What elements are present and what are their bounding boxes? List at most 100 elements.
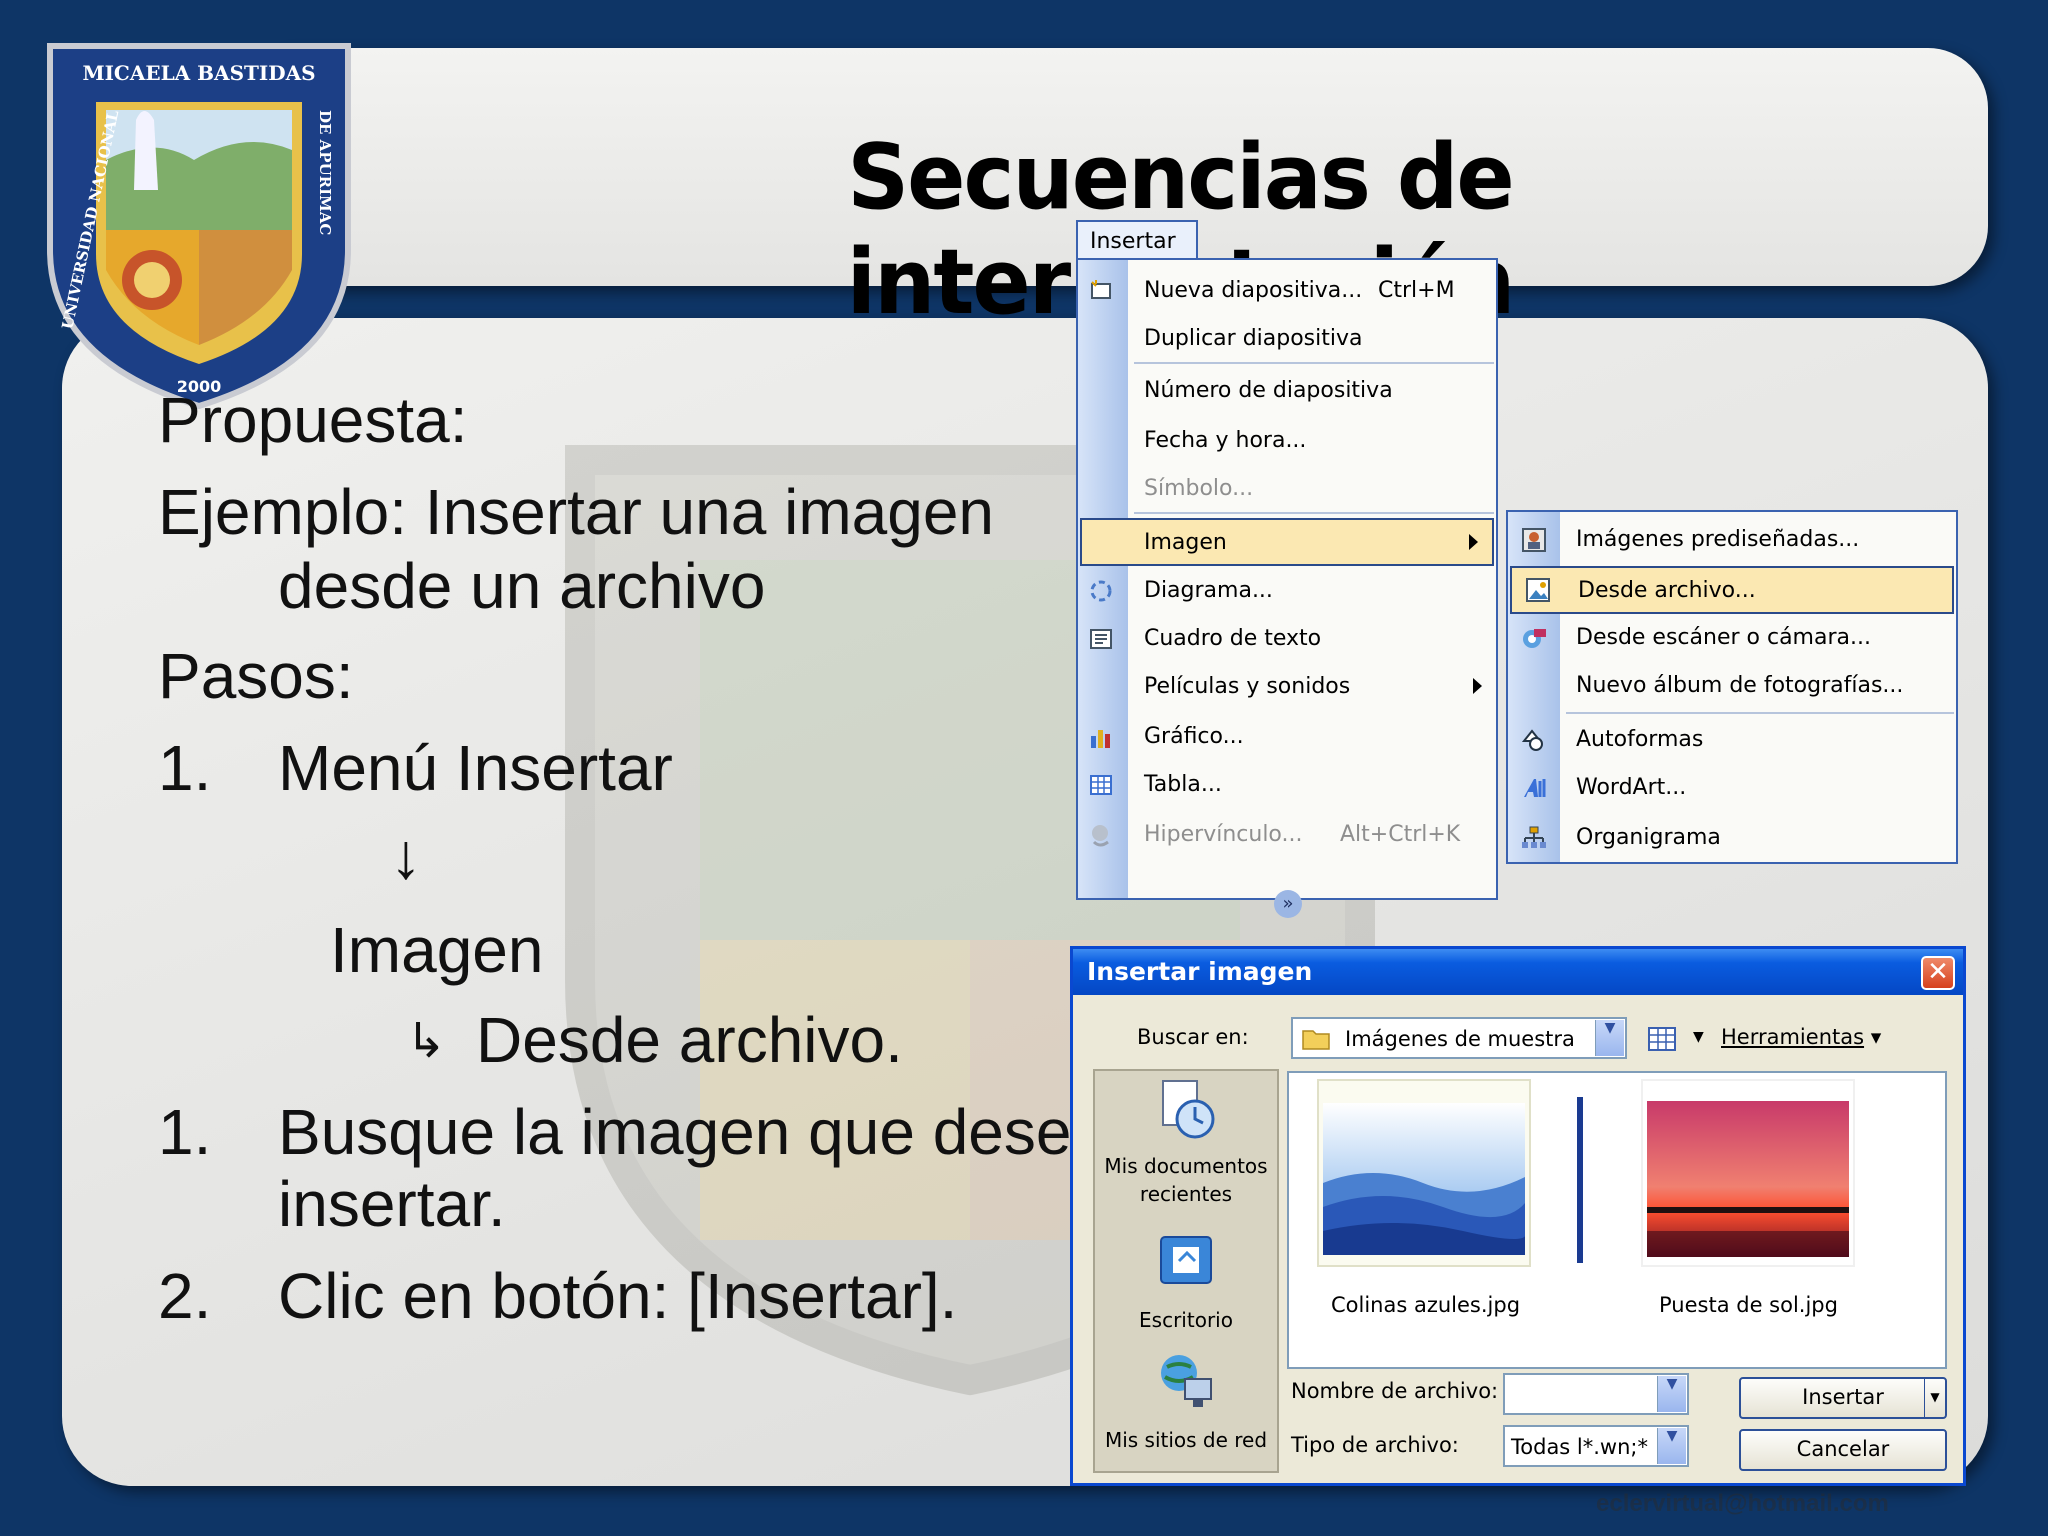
menu-item-label: Diagrama...	[1144, 578, 1273, 603]
menu-item-label: Hipervínculo...	[1144, 822, 1303, 847]
autoshapes-icon	[1521, 729, 1543, 751]
network-places-icon	[1161, 1355, 1212, 1407]
step-imagen: Imagen	[330, 914, 544, 986]
partial-thumb	[1577, 1097, 1583, 1263]
dropdown-arrow-icon[interactable]: ▼	[1657, 1428, 1686, 1464]
folder-icon	[1302, 1030, 1330, 1050]
arrow-down-glyph: ↓	[390, 820, 422, 892]
views-dropdown-arrow-icon[interactable]: ▼	[1693, 1029, 1704, 1045]
insert-menu-dropdown: Nueva diapositiva... Ctrl+M Duplicar dia…	[1076, 258, 1498, 918]
menu-item-label: Tabla...	[1144, 772, 1222, 797]
submenu-item-album-fotografias[interactable]: Nuevo álbum de fotografías...	[1508, 664, 1956, 708]
place-recent-documents[interactable]: Mis documentos recientes	[1095, 1077, 1277, 1208]
submenu-item-wordart[interactable]: WordArt...	[1508, 766, 1956, 810]
menu-tab-insertar[interactable]: Insertar	[1076, 220, 1198, 260]
filetype-value: Todas l*.wn;*	[1511, 1435, 1648, 1459]
filename-label: Nombre de archivo:	[1291, 1379, 1499, 1403]
submenu-arrow-icon	[1473, 678, 1482, 694]
menu-item-diagrama[interactable]: Diagrama...	[1078, 570, 1496, 612]
menu-item-tabla[interactable]: Tabla...	[1078, 764, 1496, 806]
file-thumb-colinas[interactable]	[1317, 1079, 1531, 1267]
footer-email: eclervirtual@hotmail.com	[1596, 1490, 1889, 1517]
dropdown-arrow-icon[interactable]: ▼	[1595, 1020, 1624, 1056]
file-list: Colinas azules.jpg Puesta de sol.jpg	[1287, 1071, 1947, 1369]
org-chart-icon	[1522, 826, 1546, 848]
chevron-double-down-icon[interactable]: »	[1274, 890, 1302, 918]
step-desde-archivo: Desde archivo.	[476, 1004, 903, 1076]
menu-item-grafico[interactable]: Gráfico...	[1078, 716, 1496, 758]
new-slide-icon	[1091, 280, 1111, 299]
filetype-label: Tipo de archivo:	[1291, 1433, 1459, 1457]
menu-item-fecha-hora[interactable]: Fecha y hora...	[1078, 420, 1496, 462]
look-in-dropdown[interactable]: Imágenes de muestra ▼	[1291, 1017, 1627, 1059]
places-bar: Mis documentos recientes Escritorio Mis …	[1093, 1069, 1279, 1473]
submenu-item-escaner-camara[interactable]: Desde escáner o cámara...	[1508, 616, 1956, 660]
submenu-item-autoformas[interactable]: Autoformas	[1508, 718, 1956, 762]
tools-menu[interactable]: Herramientas ▾	[1721, 1025, 1881, 1049]
bullet-ejemplo-line1: Ejemplo: Insertar una imagen	[158, 476, 994, 548]
file-thumb-puesta-sol[interactable]	[1641, 1079, 1855, 1267]
submenu-item-label: Nuevo álbum de fotografías...	[1576, 673, 1904, 698]
file-name-puesta-sol[interactable]: Puesta de sol.jpg	[1659, 1293, 1838, 1317]
menu-item-cuadro-texto[interactable]: Cuadro de texto	[1078, 618, 1496, 660]
submenu-item-imagenes-prediseñadas[interactable]: Imágenes prediseñadas...	[1508, 518, 1956, 562]
menu-item-peliculas-sonidos[interactable]: Películas y sonidos	[1078, 666, 1496, 708]
step-2-text-line1: Busque la imagen que desee	[278, 1096, 1108, 1168]
table-icon	[1090, 775, 1112, 795]
place-label: Mis sitios de red	[1104, 1428, 1268, 1452]
diagram-icon	[1090, 580, 1112, 602]
submenu-item-label: Organigrama	[1576, 825, 1721, 850]
bullet-pasos: Pasos:	[158, 640, 354, 712]
menu-item-numero-diapositiva[interactable]: Número de diapositiva	[1078, 370, 1496, 412]
menu-item-label: Cuadro de texto	[1144, 626, 1322, 651]
insert-image-dialog: Insertar imagen ✕ Buscar en: Imágenes de…	[1070, 946, 1966, 1486]
clip-art-icon	[1522, 528, 1546, 552]
step-2-text-line2: insertar.	[278, 1168, 506, 1240]
dropdown-arrow-icon[interactable]: ▼	[1657, 1376, 1686, 1412]
menu-item-nueva-diapositiva[interactable]: Nueva diapositiva... Ctrl+M	[1078, 270, 1496, 312]
submenu-item-desde-archivo[interactable]: Desde archivo...	[1510, 566, 1954, 614]
submenu-item-label: Desde archivo...	[1578, 578, 1756, 603]
recent-documents-icon	[1162, 1080, 1215, 1139]
file-name-colinas[interactable]: Colinas azules.jpg	[1331, 1293, 1520, 1317]
menu-item-label: Gráfico...	[1144, 724, 1244, 749]
step-1-text: Menú Insertar	[278, 732, 673, 804]
filename-input[interactable]: ▼	[1503, 1373, 1689, 1415]
insert-options-arrow-icon[interactable]: ▼	[1924, 1379, 1945, 1417]
dialog-title-bar: Insertar imagen	[1073, 949, 1963, 995]
menu-item-duplicar-diapositiva[interactable]: Duplicar diapositiva	[1078, 318, 1496, 360]
menu-item-simbolo[interactable]: Símbolo...	[1078, 468, 1496, 510]
close-icon[interactable]: ✕	[1921, 956, 1955, 990]
filetype-select[interactable]: Todas l*.wn;* ▼	[1503, 1425, 1689, 1467]
bullet-propuesta: Propuesta:	[158, 384, 468, 456]
step-2-number: 1.	[158, 1096, 212, 1168]
sunset-image	[1647, 1101, 1849, 1257]
menu-separator	[1134, 362, 1494, 364]
views-icon[interactable]	[1647, 1025, 1679, 1053]
text-box-icon	[1090, 629, 1112, 649]
menu-item-imagen[interactable]: Imagen	[1080, 518, 1494, 566]
logo-right-text: DE APURIMAC	[316, 110, 334, 235]
place-label: Escritorio	[1139, 1308, 1233, 1332]
place-desktop[interactable]: Escritorio	[1095, 1231, 1277, 1334]
desktop-icon	[1160, 1236, 1212, 1284]
imagen-submenu: Imágenes prediseñadas... Desde archivo..…	[1506, 510, 1958, 864]
step-3-text: Clic en botón: [Insertar].	[278, 1260, 958, 1332]
place-network[interactable]: Mis sitios de red	[1095, 1351, 1277, 1454]
step-3-number: 2.	[158, 1260, 212, 1332]
tools-menu-label: Herramientas	[1721, 1025, 1865, 1049]
menu-separator	[1134, 512, 1494, 514]
university-logo: MICAELA BASTIDAS 2000 UNIVERSIDAD NACION…	[47, 43, 351, 410]
submenu-item-label: Imágenes prediseñadas...	[1576, 527, 1860, 552]
submenu-item-organigrama[interactable]: Organigrama	[1508, 816, 1956, 860]
chart-icon	[1091, 730, 1110, 748]
menu-item-hipervinculo[interactable]: Hipervínculo... Alt+Ctrl+K	[1078, 814, 1496, 856]
step-1-number: 1.	[158, 732, 212, 804]
menu-item-label: Imagen	[1144, 530, 1227, 555]
dialog-title: Insertar imagen	[1087, 957, 1313, 986]
cancel-button[interactable]: Cancelar	[1739, 1429, 1947, 1471]
insert-button[interactable]: Insertar ▼	[1739, 1377, 1947, 1419]
place-label: Mis documentos	[1104, 1154, 1268, 1178]
menu-item-label: Nueva diapositiva...	[1144, 278, 1363, 303]
menu-item-label: Símbolo...	[1144, 476, 1254, 501]
